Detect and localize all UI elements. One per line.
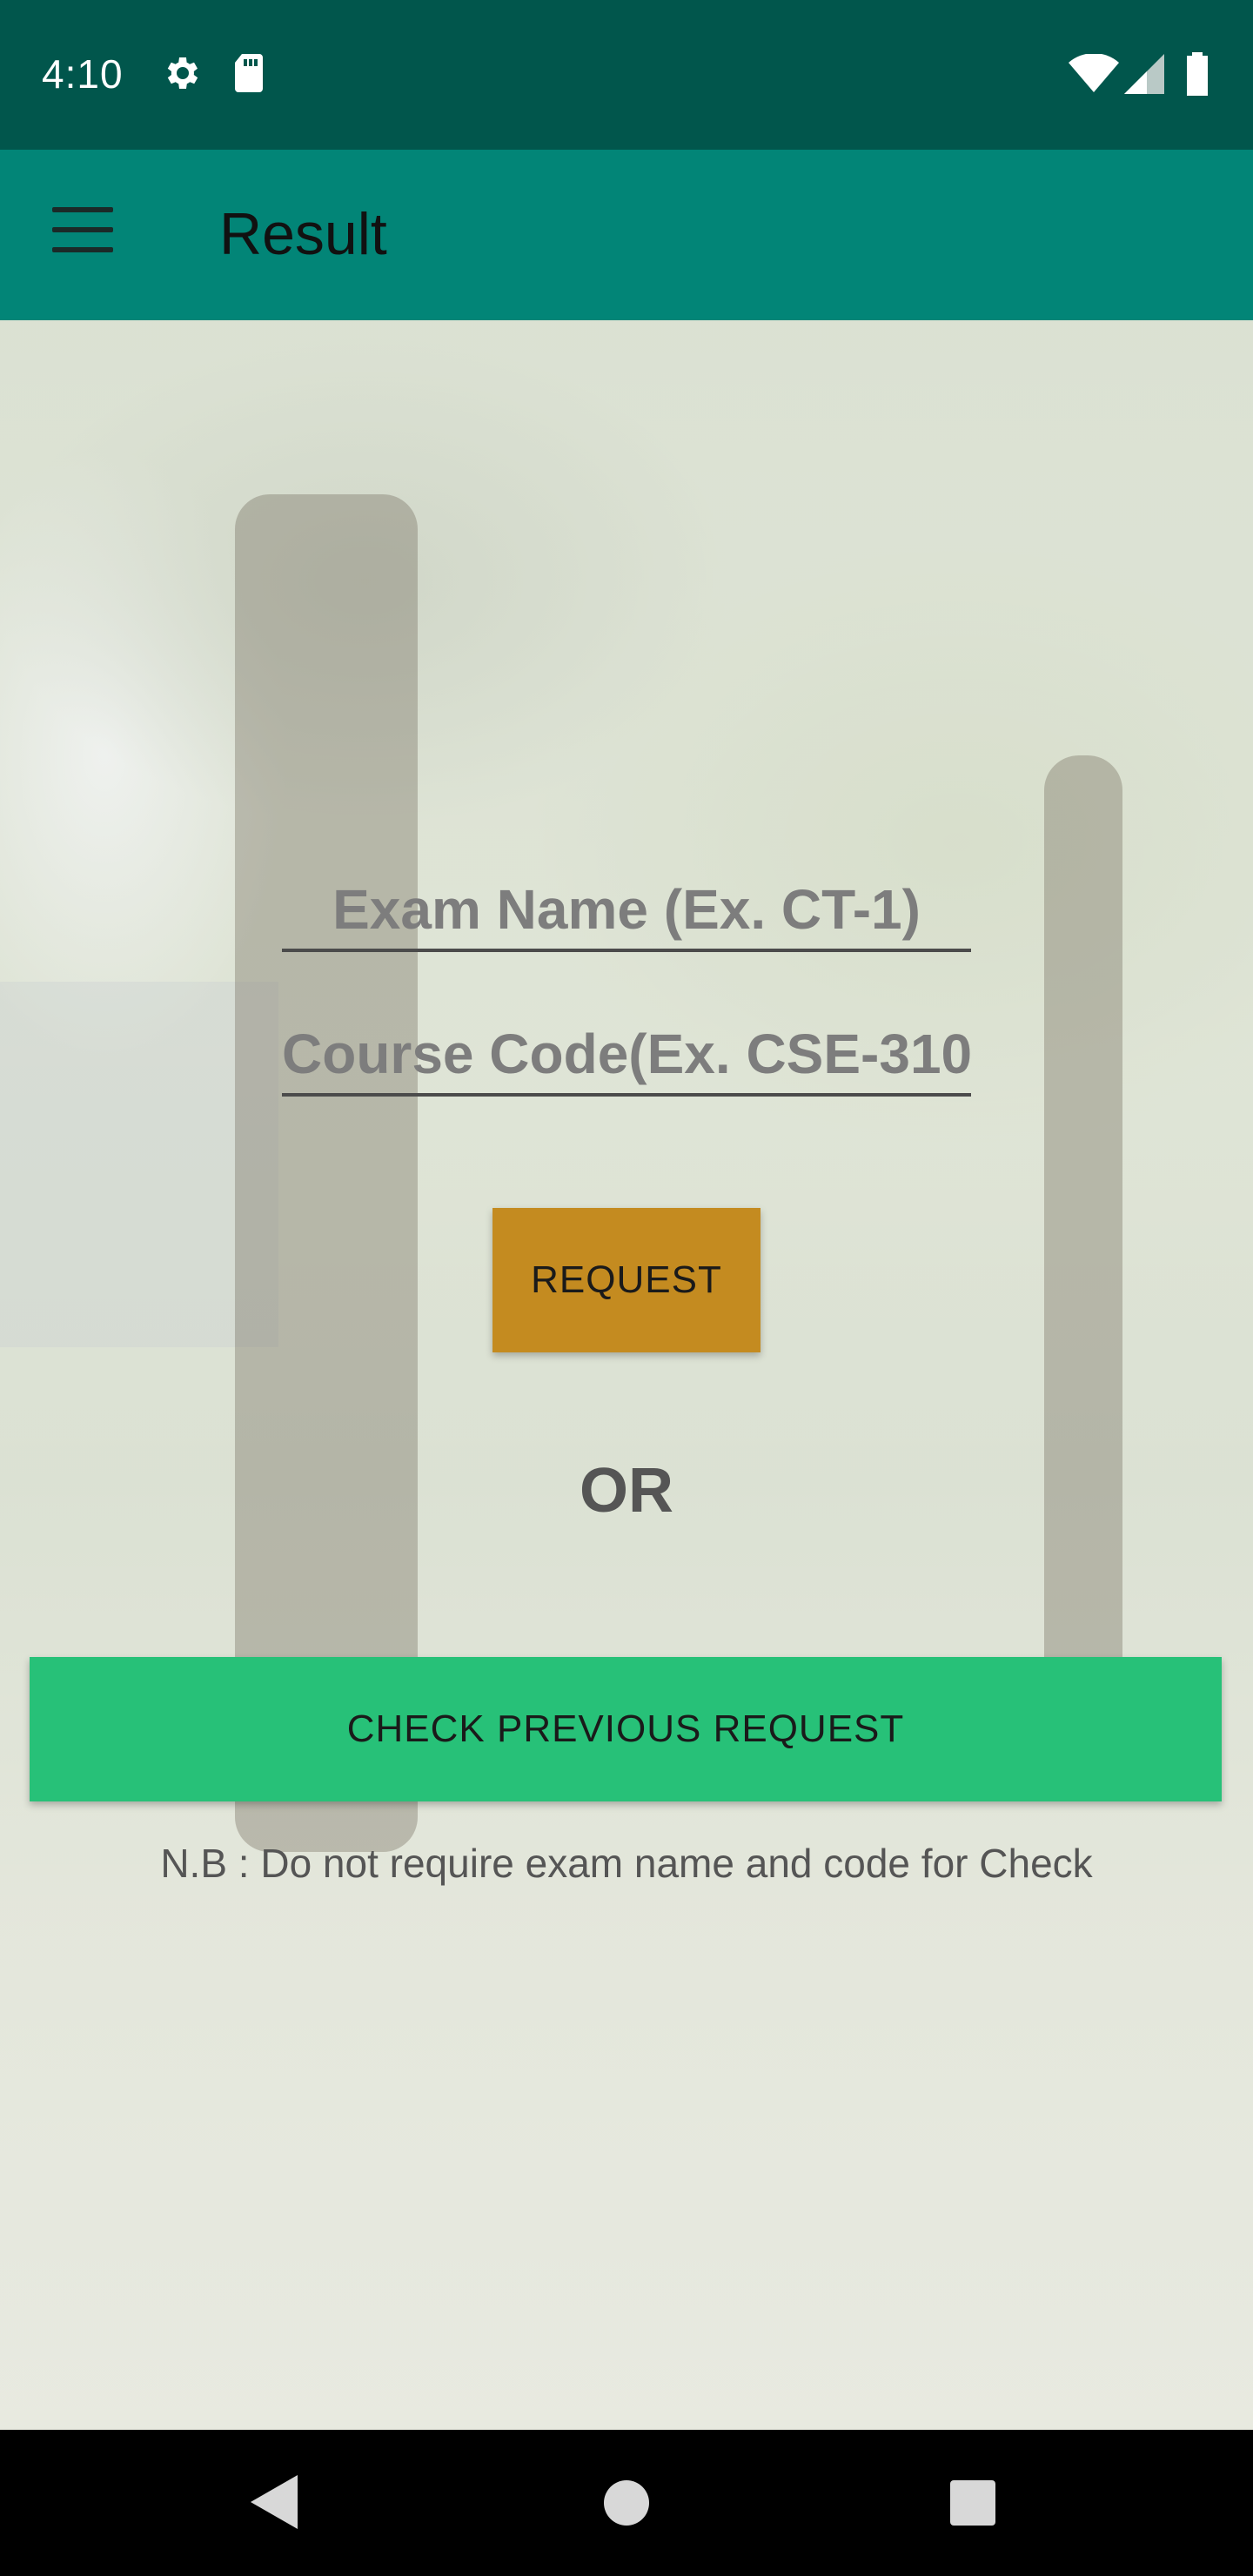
background-tree-trunk xyxy=(235,494,418,1852)
course-code-field[interactable] xyxy=(282,1022,971,1097)
back-icon[interactable] xyxy=(251,2475,298,2533)
status-time: 4:10 xyxy=(42,51,124,97)
request-button[interactable]: REQUEST xyxy=(492,1208,761,1352)
sd-card-icon xyxy=(231,52,266,98)
course-code-input[interactable] xyxy=(282,1022,971,1093)
exam-name-field[interactable] xyxy=(282,877,971,952)
page-title: Result xyxy=(219,201,387,267)
settings-icon xyxy=(162,52,204,98)
navigation-bar xyxy=(0,2430,1253,2576)
background-tree-trunk xyxy=(1044,755,1122,1713)
status-bar: 4:10 xyxy=(0,0,1253,150)
signal-icon xyxy=(1124,54,1164,98)
menu-icon[interactable] xyxy=(52,207,113,263)
or-divider-text: OR xyxy=(580,1456,673,1526)
app-bar: Result xyxy=(0,150,1253,320)
content-area: REQUEST OR CHECK PREVIOUS REQUEST N.B : … xyxy=(0,320,1253,2430)
check-previous-request-button[interactable]: CHECK PREVIOUS REQUEST xyxy=(30,1657,1222,1801)
recents-icon[interactable] xyxy=(950,2480,995,2530)
battery-icon xyxy=(1185,52,1209,100)
exam-name-input[interactable] xyxy=(282,877,971,949)
note-text: N.B : Do not require exam name and code … xyxy=(160,1841,1093,1886)
home-icon[interactable] xyxy=(604,2480,649,2530)
wifi-icon xyxy=(1069,53,1119,98)
